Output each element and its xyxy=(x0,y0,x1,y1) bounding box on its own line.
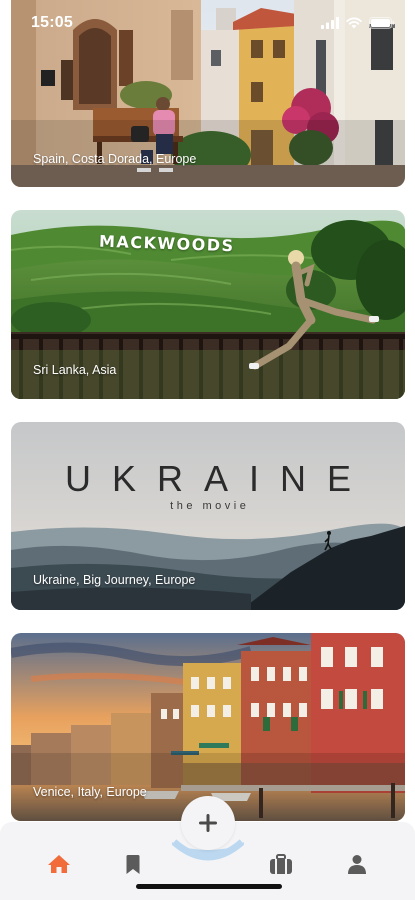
tab-bookmarks[interactable] xyxy=(118,849,148,879)
card-caption: Sri Lanka, Asia xyxy=(33,363,117,377)
add-icon xyxy=(199,814,217,832)
home-indicator xyxy=(136,884,282,889)
status-bar: 15:05 xyxy=(0,0,415,48)
movie-title: UKRAINE xyxy=(64,458,373,499)
bookmark-icon xyxy=(126,854,140,874)
destination-card-venice[interactable]: Venice, Italy, Europe xyxy=(11,633,405,821)
card-caption: Venice, Italy, Europe xyxy=(33,785,147,799)
status-time: 15:05 xyxy=(31,14,73,31)
card-caption: Spain, Costa Dorada, Europe xyxy=(33,152,197,166)
wifi-icon xyxy=(346,17,362,29)
tab-home[interactable] xyxy=(44,849,74,879)
card-caption: Ukraine, Big Journey, Europe xyxy=(33,573,196,587)
tab-profile[interactable] xyxy=(342,849,372,879)
profile-icon xyxy=(348,855,366,874)
signal-icon xyxy=(321,17,339,29)
home-icon xyxy=(48,855,70,873)
movie-subtitle: the movie xyxy=(170,500,250,512)
status-icons xyxy=(321,17,395,29)
destination-card-sri-lanka[interactable]: MACKWOODS Sri Lanka, Asia xyxy=(11,210,405,399)
battery-icon xyxy=(369,17,395,29)
tab-trips[interactable] xyxy=(266,849,296,879)
suitcase-icon xyxy=(270,853,292,874)
add-button[interactable] xyxy=(181,796,235,850)
destination-card-ukraine[interactable]: UKRAINE the movie Ukraine, Big Journey, … xyxy=(11,422,405,610)
